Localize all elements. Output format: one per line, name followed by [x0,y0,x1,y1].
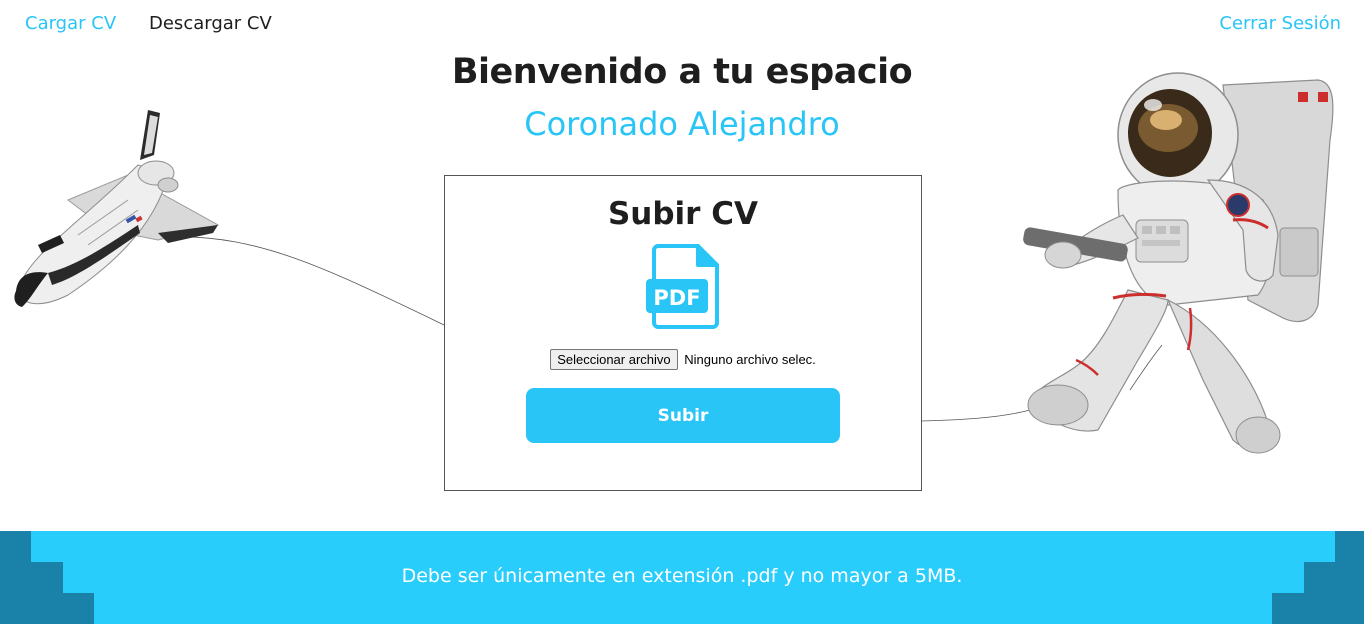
footer-step-decoration [1272,593,1364,624]
astronaut-illustration [1023,72,1334,454]
submit-upload-button[interactable]: Subir [526,388,840,443]
footer-banner: Debe ser únicamente en extensión .pdf y … [0,531,1364,624]
upload-card: Subir CV PDF Seleccionar archivo Ninguno… [444,175,922,491]
upload-requirements-note: Debe ser únicamente en extensión .pdf y … [401,565,963,587]
nav-upload-cv-link[interactable]: Cargar CV [25,12,116,36]
space-shuttle-illustration [14,110,220,307]
page: Cargar CV Descargar CV Cerrar Sesión Bie… [0,0,1364,624]
footer-step-decoration [0,593,94,624]
pdf-icon-label: PDF [653,286,700,310]
file-status-text: Ninguno archivo selec. [684,352,816,367]
file-input-row: Seleccionar archivo Ninguno archivo sele… [445,349,921,370]
logout-link[interactable]: Cerrar Sesión [1219,12,1341,36]
pdf-file-icon: PDF [646,244,719,329]
upload-title: Subir CV [607,196,759,232]
select-file-button[interactable]: Seleccionar archivo [550,349,678,370]
nav-download-cv-link[interactable]: Descargar CV [149,12,272,36]
